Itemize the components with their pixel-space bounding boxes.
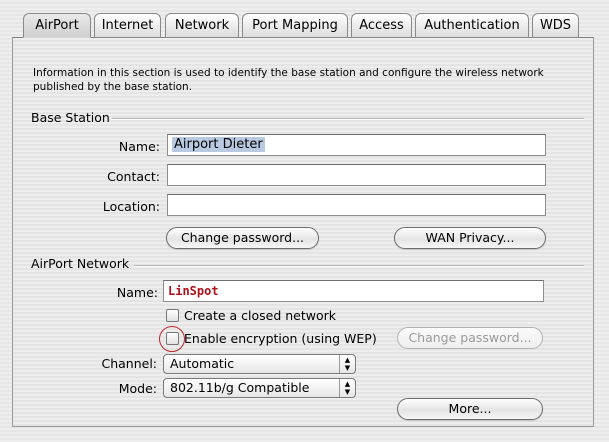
network-name-label: Name: <box>116 285 158 300</box>
channel-value: Automatic <box>170 356 235 371</box>
contact-field[interactable] <box>167 164 546 186</box>
enable-encryption-checkbox[interactable] <box>166 332 179 345</box>
tab-wds[interactable]: WDS <box>532 13 579 38</box>
closed-network-checkbox[interactable] <box>166 309 179 322</box>
channel-select[interactable]: Automatic ▲ ▼ <box>163 354 356 374</box>
channel-label: Channel: <box>101 356 157 371</box>
network-name-value: LinSpot <box>168 284 219 298</box>
wan-privacy-button[interactable]: WAN Privacy... <box>394 227 546 249</box>
airport-network-heading: AirPort Network <box>31 256 130 271</box>
more-button[interactable]: More... <box>397 398 543 420</box>
section-description: Information in this section is used to i… <box>33 67 544 93</box>
base-change-password-button[interactable]: Change password... <box>166 227 319 249</box>
base-station-heading: Base Station <box>31 110 110 125</box>
tab-airport[interactable]: AirPort <box>23 13 91 38</box>
up-down-arrows-icon: ▲ ▼ <box>339 379 355 397</box>
closed-network-label: Create a closed network <box>184 308 337 323</box>
network-change-password-button[interactable]: Change password... <box>397 327 543 349</box>
base-station-separator <box>112 118 584 120</box>
mode-label: Mode: <box>118 381 157 396</box>
base-name-label: Name: <box>118 139 160 154</box>
up-down-arrows-icon: ▲ ▼ <box>339 355 355 373</box>
location-label: Location: <box>102 199 160 214</box>
tab-access[interactable]: Access <box>351 13 412 38</box>
airport-network-separator <box>134 265 584 267</box>
base-station-name-field[interactable]: Airport Dieter <box>167 134 546 156</box>
tab-internet[interactable]: Internet <box>94 13 161 38</box>
base-station-name-value: Airport Dieter <box>172 137 265 152</box>
network-name-field[interactable]: LinSpot <box>163 280 544 302</box>
tab-network[interactable]: Network <box>165 13 239 38</box>
contact-label: Contact: <box>107 169 160 184</box>
tab-port-mapping[interactable]: Port Mapping <box>242 13 348 38</box>
mode-select[interactable]: 802.11b/g Compatible ▲ ▼ <box>163 378 356 398</box>
tab-authentication[interactable]: Authentication <box>415 13 529 38</box>
location-field[interactable] <box>167 194 546 216</box>
mode-value: 802.11b/g Compatible <box>170 380 310 395</box>
enable-encryption-label: Enable encryption (using WEP) <box>184 331 377 346</box>
